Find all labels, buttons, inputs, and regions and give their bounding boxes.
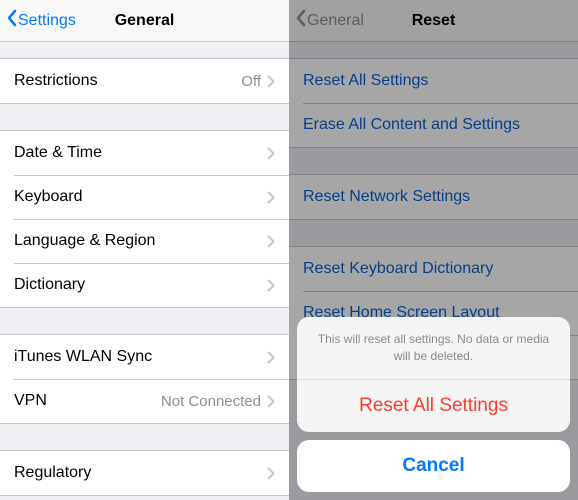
back-label: Settings: [18, 12, 76, 30]
page-title: Reset: [412, 12, 456, 30]
row-label: iTunes WLAN Sync: [14, 348, 267, 366]
action-sheet: This will reset all settings. No data or…: [289, 309, 578, 500]
chevron-left-icon: [295, 9, 307, 32]
row-erase-all-content[interactable]: Erase All Content and Settings: [289, 103, 578, 147]
chevron-right-icon: [267, 191, 275, 204]
row-label: Dictionary: [14, 276, 267, 294]
chevron-left-icon: [6, 9, 18, 32]
row-reset-all-settings[interactable]: Reset All Settings: [289, 59, 578, 103]
row-value: Not Connected: [161, 393, 261, 410]
row-label: Reset Keyboard Dictionary: [303, 260, 564, 278]
row-label: Reset All Settings: [303, 72, 564, 90]
row-label: Language & Region: [14, 232, 267, 250]
row-keyboard[interactable]: Keyboard: [0, 175, 289, 219]
page-title: General: [115, 12, 175, 30]
reset-settings-panel: General Reset Reset All Settings Erase A…: [289, 0, 578, 500]
chevron-right-icon: [267, 351, 275, 364]
row-label: VPN: [14, 392, 161, 410]
row-value: Off: [241, 73, 261, 90]
general-settings-panel: Settings General Restrictions Off Date &…: [0, 0, 289, 500]
row-restrictions[interactable]: Restrictions Off: [0, 59, 289, 103]
row-itunes-wlan-sync[interactable]: iTunes WLAN Sync: [0, 335, 289, 379]
row-label: Restrictions: [14, 72, 241, 90]
row-regulatory[interactable]: Regulatory: [0, 451, 289, 495]
navbar-reset: General Reset: [289, 0, 578, 42]
action-sheet-message: This will reset all settings. No data or…: [297, 317, 570, 380]
row-label: Keyboard: [14, 188, 267, 206]
row-label: Reset Network Settings: [303, 188, 564, 206]
row-label: Erase All Content and Settings: [303, 116, 564, 134]
action-sheet-card: This will reset all settings. No data or…: [297, 317, 570, 432]
chevron-right-icon: [267, 235, 275, 248]
row-label: Date & Time: [14, 144, 267, 162]
chevron-right-icon: [267, 395, 275, 408]
settings-list: Restrictions Off Date & Time Keyboard La…: [0, 42, 289, 500]
row-language-region[interactable]: Language & Region: [0, 219, 289, 263]
chevron-right-icon: [267, 75, 275, 88]
row-reset-keyboard-dictionary[interactable]: Reset Keyboard Dictionary: [289, 247, 578, 291]
row-vpn[interactable]: VPN Not Connected: [0, 379, 289, 423]
back-label: General: [307, 12, 364, 30]
row-label: Regulatory: [14, 464, 267, 482]
row-date-time[interactable]: Date & Time: [0, 131, 289, 175]
chevron-right-icon: [267, 147, 275, 160]
row-reset-network[interactable]: Reset Network Settings: [289, 175, 578, 219]
row-dictionary[interactable]: Dictionary: [0, 263, 289, 307]
cancel-button[interactable]: Cancel: [297, 440, 570, 492]
back-to-general[interactable]: General: [295, 9, 364, 32]
chevron-right-icon: [267, 467, 275, 480]
confirm-reset-button[interactable]: Reset All Settings: [297, 380, 570, 432]
navbar-general: Settings General: [0, 0, 289, 42]
back-to-settings[interactable]: Settings: [6, 9, 76, 32]
chevron-right-icon: [267, 279, 275, 292]
